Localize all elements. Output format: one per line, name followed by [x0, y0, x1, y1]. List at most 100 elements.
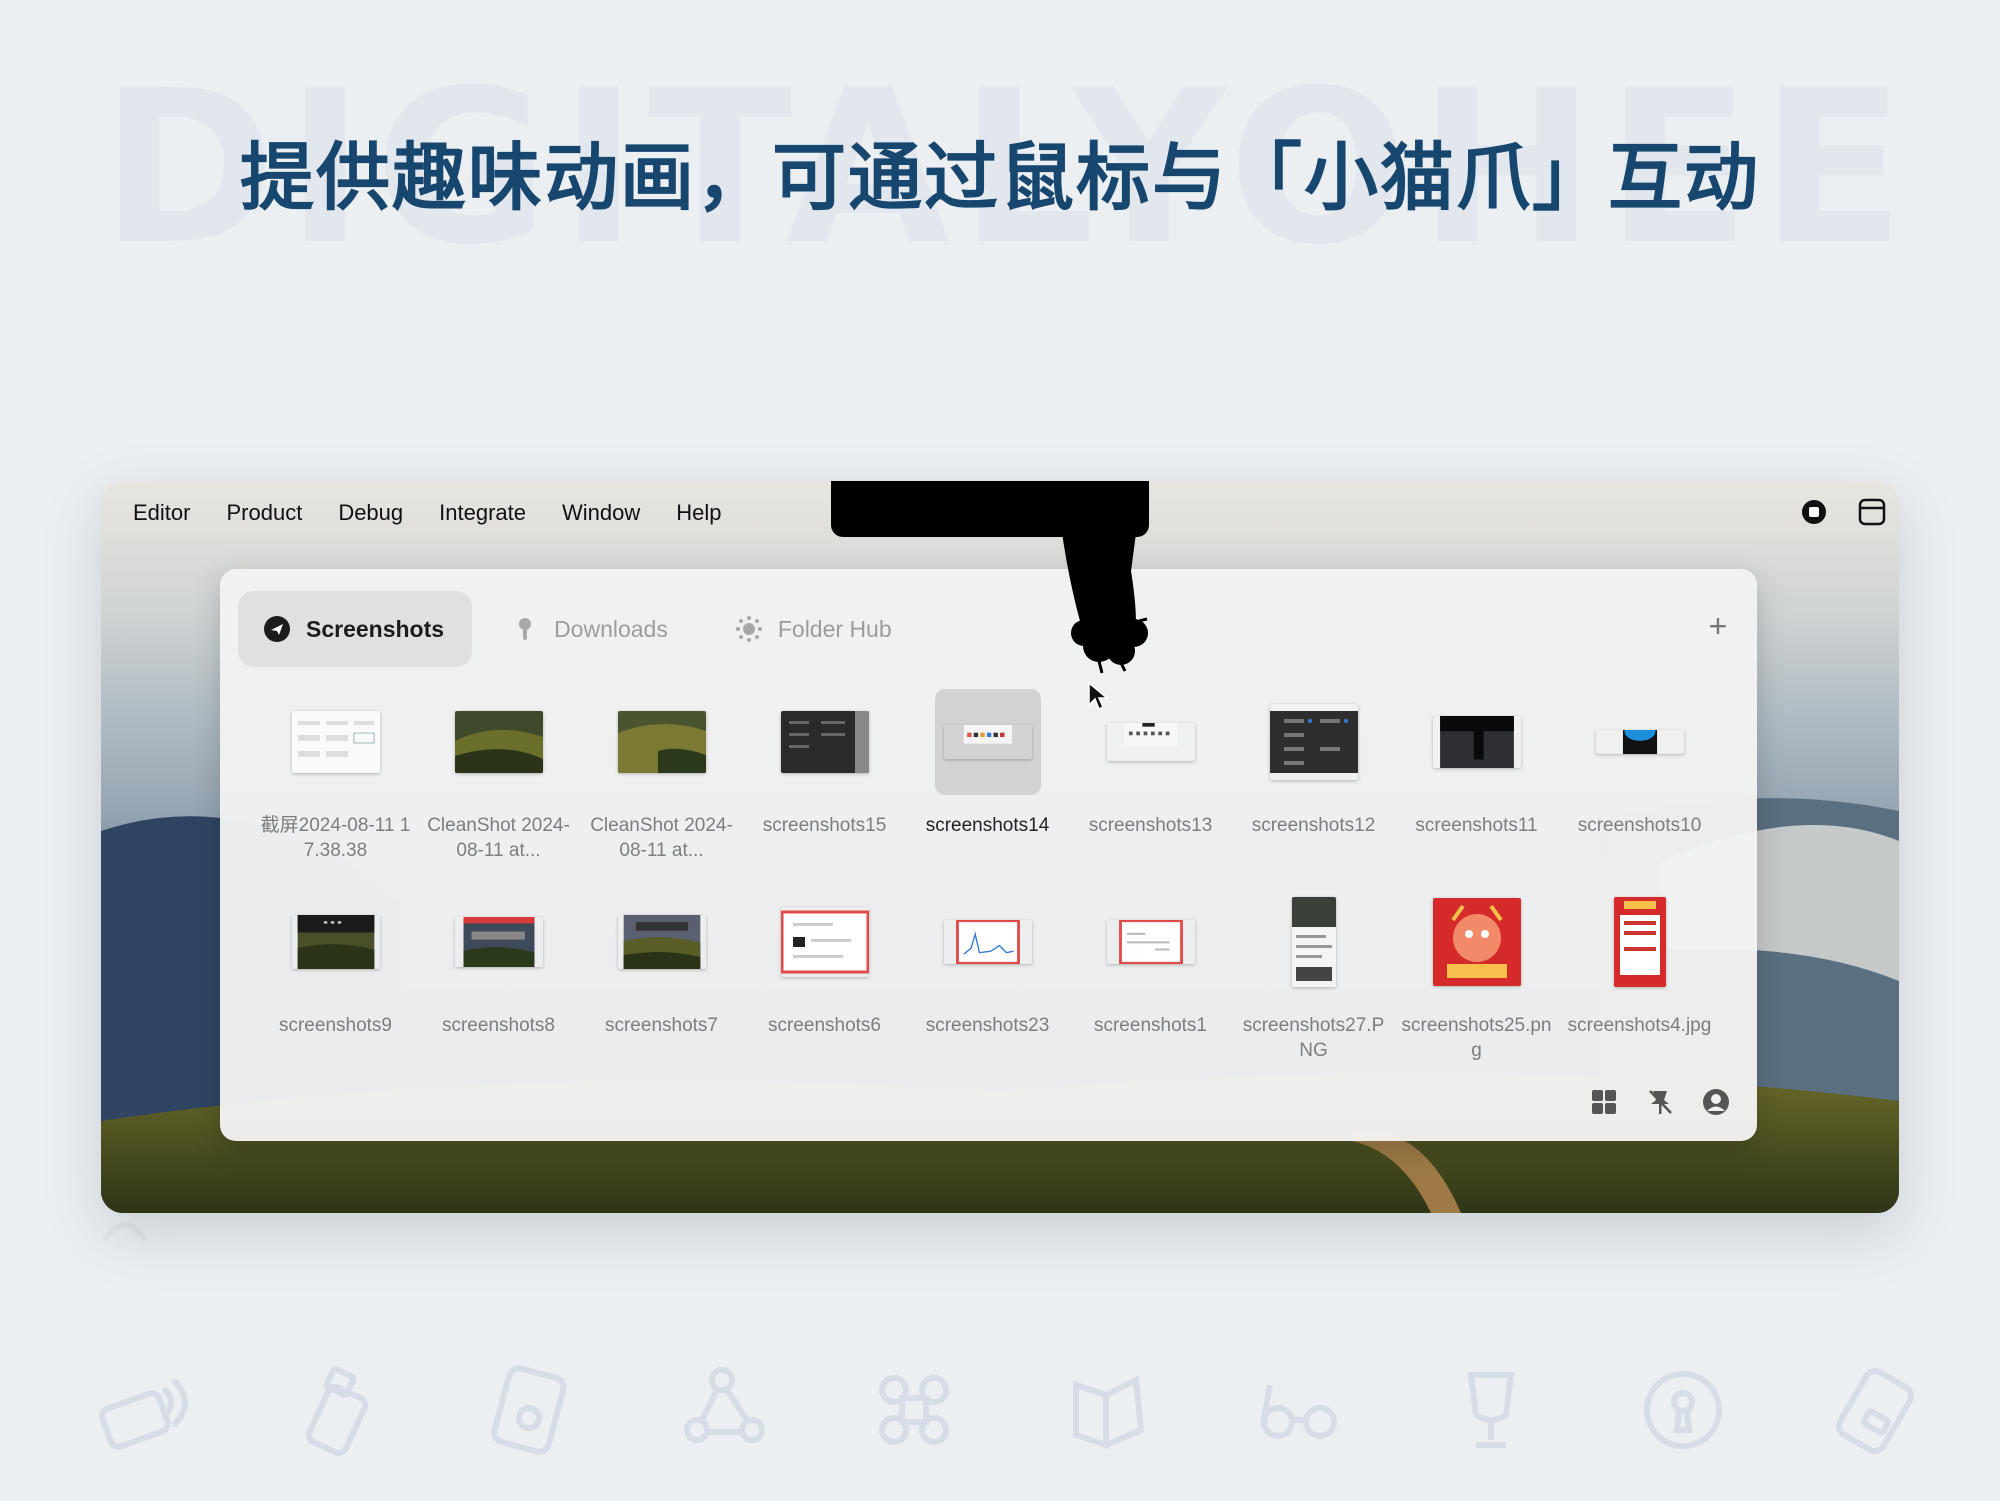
- file-thumbnail: [1291, 897, 1336, 987]
- book-icon: [1073, 1375, 1145, 1450]
- file-item[interactable]: screenshots8: [417, 889, 580, 1063]
- file-label: screenshots6: [767, 1015, 881, 1036]
- thumbnail-frame: [609, 889, 715, 995]
- file-item[interactable]: screenshots27.PNG: [1232, 889, 1395, 1063]
- user-icon[interactable]: [1701, 1087, 1731, 1117]
- plane-icon: [262, 614, 292, 644]
- usb-drive-icon: [306, 1366, 369, 1457]
- thumbnail-frame: [772, 689, 878, 795]
- menu-help[interactable]: Help: [676, 500, 721, 526]
- file-thumbnail: [780, 711, 869, 773]
- network-nodes-icon: [683, 1367, 765, 1443]
- file-label: screenshots25.png: [1401, 1015, 1552, 1061]
- file-label: screenshots8: [441, 1015, 555, 1036]
- sparkle-icon: [734, 614, 764, 644]
- file-item[interactable]: CleanShot 2024-08-11 at...: [417, 689, 580, 863]
- glasses-icon: [1261, 1384, 1338, 1439]
- trophy-icon: [1467, 1372, 1514, 1448]
- clipboard-icon[interactable]: [1855, 495, 1889, 529]
- grid-icon[interactable]: [1589, 1087, 1619, 1117]
- hard-drive-icon: [1835, 1367, 1914, 1455]
- thumbnail-frame: [1098, 689, 1204, 795]
- file-thumbnail: [623, 915, 700, 969]
- menu-integrate[interactable]: Integrate: [439, 500, 526, 526]
- thumbnail-frame: [283, 889, 389, 995]
- tab-screenshots[interactable]: Screenshots: [238, 591, 473, 667]
- file-item[interactable]: screenshots6: [743, 889, 906, 1063]
- thumbnail-frame: [283, 689, 389, 795]
- background-icons: [95, 1350, 1925, 1470]
- file-thumbnail: [1432, 898, 1521, 986]
- thumbnail-frame: [1261, 689, 1367, 795]
- file-item[interactable]: CleanShot 2024-08-11 at...: [580, 689, 743, 863]
- file-label: 截屏2024-08-11 17.38.38: [260, 815, 411, 861]
- file-item[interactable]: 截屏2024-08-11 17.38.38: [254, 689, 417, 863]
- menu: Editor Product Debug Integrate Window He…: [115, 500, 740, 526]
- file-item[interactable]: screenshots12: [1232, 689, 1395, 863]
- thumbnail-frame: [446, 889, 552, 995]
- file-item[interactable]: screenshots1: [1069, 889, 1232, 1063]
- file-item[interactable]: screenshots11: [1395, 689, 1558, 863]
- file-thumbnail: [955, 920, 1020, 964]
- file-item[interactable]: screenshots10: [1558, 689, 1721, 863]
- file-item[interactable]: screenshots9: [254, 889, 417, 1063]
- file-thumbnail: [1622, 730, 1657, 754]
- file-label: screenshots14: [925, 815, 1050, 836]
- file-grid: 截屏2024-08-11 17.38.38 CleanShot 2024-08-…: [254, 689, 1724, 1063]
- tab-label: Screenshots: [306, 615, 445, 642]
- tab-folder-hub[interactable]: Folder Hub: [710, 591, 920, 667]
- menu-debug[interactable]: Debug: [338, 500, 403, 526]
- file-item[interactable]: screenshots4.jpg: [1558, 889, 1721, 1063]
- file-label: screenshots15: [762, 815, 887, 836]
- record-icon[interactable]: [1797, 495, 1831, 529]
- shelf-panel: Screenshots Downloads Folder Hub + 截屏202…: [220, 569, 1757, 1141]
- menu-editor[interactable]: Editor: [133, 500, 190, 526]
- file-thumbnail: [297, 915, 374, 969]
- thumbnail-frame: [446, 689, 552, 795]
- file-thumbnail: [617, 711, 706, 773]
- status-tray: [1797, 495, 1889, 529]
- file-item[interactable]: screenshots23: [906, 889, 1069, 1063]
- thumbnail-frame: [934, 689, 1041, 795]
- thumbnail-frame: [609, 689, 715, 795]
- tab-downloads[interactable]: Downloads: [486, 591, 696, 667]
- tab-bar: Screenshots Downloads Folder Hub: [238, 591, 920, 667]
- file-thumbnail: [1118, 920, 1183, 964]
- panel-footer: [1589, 1087, 1731, 1117]
- unpin-icon[interactable]: [1645, 1087, 1675, 1117]
- file-item-selected[interactable]: screenshots14: [906, 689, 1069, 863]
- lock-file-icon: [491, 1365, 568, 1455]
- tab-label: Folder Hub: [777, 615, 892, 642]
- keyhole-icon: [1643, 1371, 1722, 1449]
- menu-product[interactable]: Product: [226, 500, 302, 526]
- thumbnail-frame: [772, 889, 878, 995]
- thumbnail-frame: [1261, 889, 1367, 995]
- file-thumbnail: [963, 725, 1012, 744]
- file-thumbnail: [1269, 711, 1358, 773]
- wifi-card-icon: [99, 1379, 188, 1450]
- file-item[interactable]: screenshots13: [1069, 689, 1232, 863]
- command-key-icon: [878, 1375, 949, 1445]
- file-label: screenshots7: [604, 1015, 718, 1036]
- file-label: screenshots1: [1093, 1015, 1207, 1036]
- cursor-icon: [1088, 681, 1109, 711]
- thumbnail-frame: [1424, 689, 1530, 795]
- file-label: screenshots13: [1088, 815, 1213, 836]
- menu-window[interactable]: Window: [562, 500, 640, 526]
- file-thumbnail: [454, 711, 543, 773]
- file-thumbnail: [463, 917, 534, 967]
- file-label: screenshots4.jpg: [1567, 1015, 1712, 1036]
- file-item[interactable]: screenshots7: [580, 889, 743, 1063]
- add-button[interactable]: +: [1701, 609, 1735, 643]
- file-label: screenshots10: [1577, 815, 1702, 836]
- file-thumbnail: [1123, 723, 1178, 747]
- thumbnail-frame: [1587, 889, 1693, 995]
- tab-label: Downloads: [554, 615, 668, 642]
- app-screen: Editor Product Debug Integrate Window He…: [101, 481, 1899, 1213]
- headline: 提供趣味动画，可通过鼠标与「小猫爪」互动: [240, 135, 1760, 221]
- file-label: screenshots12: [1251, 815, 1376, 836]
- file-item[interactable]: screenshots15: [743, 689, 906, 863]
- file-item[interactable]: screenshots25.png: [1395, 889, 1558, 1063]
- file-label: screenshots11: [1415, 815, 1538, 836]
- file-thumbnail: [291, 711, 380, 773]
